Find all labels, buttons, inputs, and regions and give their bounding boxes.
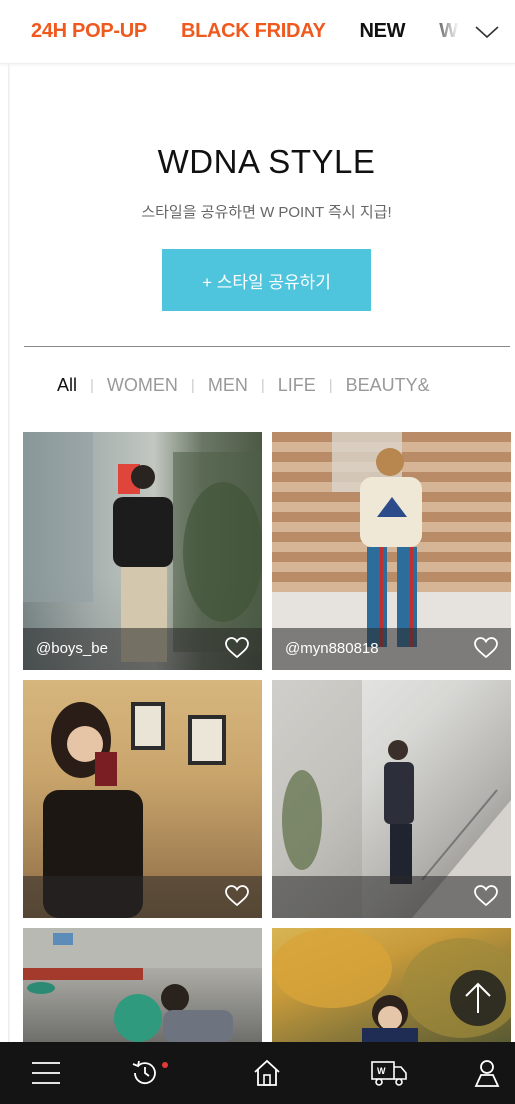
history-button[interactable]	[110, 1042, 180, 1104]
my-page-button[interactable]	[452, 1042, 515, 1104]
topnav-item-black-friday[interactable]: BLACK FRIDAY	[181, 20, 326, 43]
category-women[interactable]: WOMEN	[107, 375, 178, 396]
category-separator: |	[190, 377, 195, 394]
scroll-to-top-button[interactable]	[450, 970, 506, 1026]
home-icon	[254, 1059, 280, 1086]
divider	[24, 346, 510, 347]
delivery-truck-icon: W	[371, 1061, 407, 1086]
topnav-expand-button[interactable]	[459, 0, 515, 63]
category-separator: |	[260, 377, 265, 394]
topnav-item-new[interactable]: NEW	[360, 20, 406, 43]
topnav-item-24h-popup[interactable]: 24H POP-UP	[31, 20, 147, 43]
user-handle[interactable]: @myn880818	[285, 640, 379, 657]
page-title: WDNA STYLE	[157, 143, 376, 180]
style-card[interactable]: @myn880818	[272, 432, 511, 670]
arrow-up-icon	[465, 982, 491, 1013]
home-button[interactable]	[232, 1042, 302, 1104]
heart-icon[interactable]	[224, 884, 250, 908]
heart-icon[interactable]	[473, 884, 499, 908]
category-filter: All | WOMEN | MEN | LIFE | BEAUTY&	[57, 375, 430, 396]
history-icon	[132, 1060, 156, 1085]
page-subtitle: 스타일을 공유하면 W POINT 즉시 지급!	[141, 204, 392, 221]
user-icon	[474, 1060, 500, 1087]
svg-text:W: W	[377, 1066, 386, 1076]
category-life[interactable]: LIFE	[278, 375, 316, 396]
menu-icon	[32, 1062, 60, 1084]
user-handle[interactable]: @boys_be	[36, 640, 108, 657]
delivery-button[interactable]: W	[354, 1042, 424, 1104]
chevron-down-icon	[475, 26, 499, 39]
category-beauty[interactable]: BEAUTY&	[346, 375, 430, 396]
bottom-navigation: W	[0, 1042, 515, 1104]
heart-icon[interactable]	[224, 636, 250, 660]
style-card[interactable]	[23, 928, 262, 1042]
share-style-button[interactable]: + 스타일 공유하기	[162, 249, 371, 311]
style-card[interactable]	[23, 680, 262, 918]
menu-button[interactable]	[11, 1042, 81, 1104]
style-card[interactable]	[272, 680, 511, 918]
category-all[interactable]: All	[57, 375, 77, 396]
style-card[interactable]: @boys_be	[23, 432, 262, 670]
topnav-fade	[435, 0, 459, 63]
style-photo	[23, 928, 262, 1042]
notification-dot	[162, 1062, 168, 1068]
category-separator: |	[328, 377, 333, 394]
category-separator: |	[90, 377, 94, 394]
heart-icon[interactable]	[473, 636, 499, 660]
top-navigation: 24H POP-UP BLACK FRIDAY NEW W	[0, 0, 515, 64]
category-men[interactable]: MEN	[208, 375, 248, 396]
